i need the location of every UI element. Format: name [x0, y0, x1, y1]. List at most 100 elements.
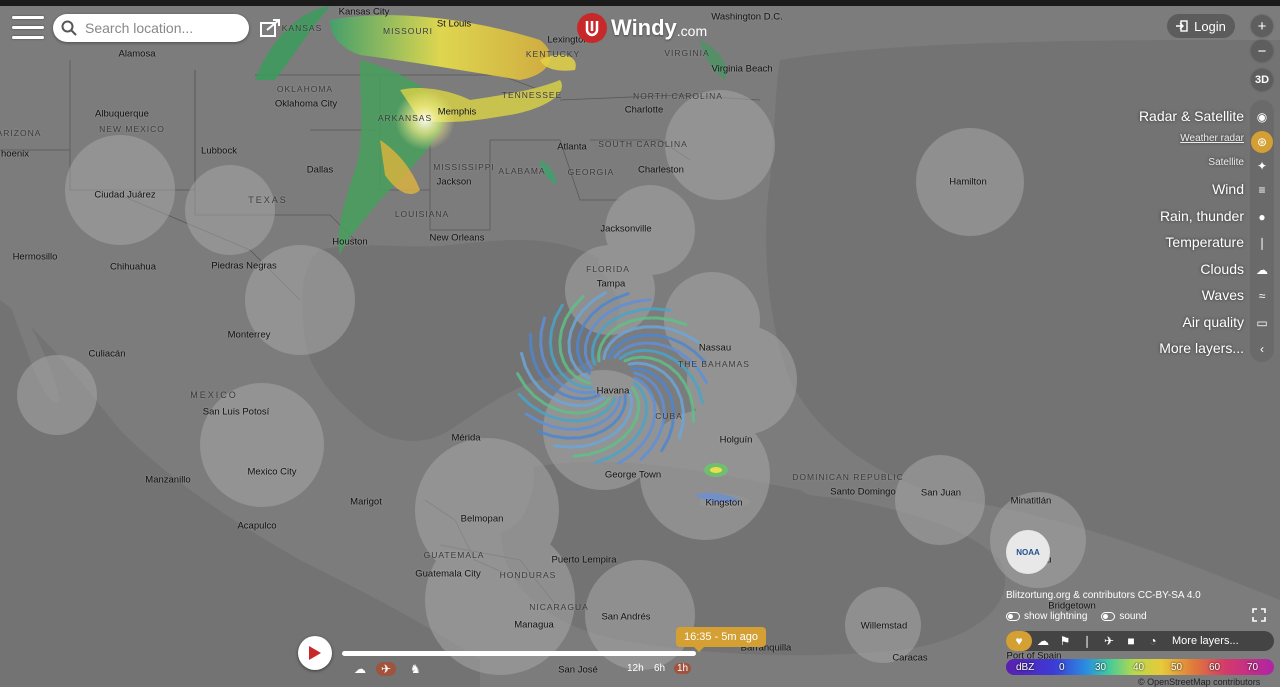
favorites-heart-icon[interactable]: ♥ — [1006, 631, 1032, 651]
animation-fast-deer-icon[interactable]: ♞ — [410, 662, 421, 676]
city-label[interactable]: Washington D.C. — [711, 12, 782, 23]
windy-logo[interactable]: Windy .com — [577, 13, 707, 43]
city-label[interactable]: Virginia Beach — [711, 64, 772, 75]
city-label[interactable]: Tampa — [597, 279, 626, 290]
map-canvas[interactable] — [0, 0, 1280, 687]
noaa-logo[interactable]: NOAA — [1006, 530, 1050, 574]
layer-item-radar-satellite[interactable]: Radar & Satellite — [1139, 108, 1244, 124]
city-label[interactable]: Ciudad Juárez — [94, 190, 155, 201]
city-label[interactable]: Atlanta — [557, 142, 587, 153]
city-label[interactable]: Holguín — [720, 435, 753, 446]
city-label[interactable]: Minatitlán — [1011, 496, 1052, 507]
city-label[interactable]: Caracas — [892, 653, 927, 664]
current-time-marker[interactable]: 16:35 - 5m ago — [676, 627, 766, 652]
city-label[interactable]: Memphis — [438, 107, 477, 118]
city-label[interactable]: Marigot — [350, 497, 382, 508]
radar-sweep-icon[interactable]: ◔ — [1142, 631, 1164, 651]
raindrop-icon[interactable]: ● — [1251, 206, 1273, 228]
city-label[interactable]: hoenix — [1, 149, 29, 160]
waves-icon[interactable]: ≈ — [1251, 285, 1273, 307]
city-label[interactable]: Piedras Negras — [211, 261, 276, 272]
zoom-out-button[interactable]: − — [1251, 40, 1273, 62]
city-label[interactable]: San Andrés — [601, 612, 650, 623]
city-label[interactable]: Charlotte — [625, 105, 664, 116]
city-label[interactable]: San Luis Potosí — [203, 407, 270, 418]
city-label[interactable]: Guatemala City — [415, 569, 480, 580]
wind-icon[interactable]: ≡ — [1251, 179, 1273, 201]
city-label[interactable]: George Town — [605, 470, 661, 481]
city-label[interactable]: New Orleans — [430, 233, 485, 244]
dbz-legend[interactable]: dBZ 0 30 40 50 60 70 — [1006, 659, 1274, 675]
air-quality-icon[interactable]: ▭ — [1251, 312, 1273, 334]
city-label[interactable]: San Juan — [921, 488, 961, 499]
city-label[interactable]: Acapulco — [237, 521, 276, 532]
city-label[interactable]: Mexico City — [247, 467, 296, 478]
city-label[interactable]: Willemstad — [861, 621, 907, 632]
airplane-icon[interactable]: ✈ — [1098, 631, 1120, 651]
city-label[interactable]: San José — [558, 665, 598, 676]
city-label[interactable]: Kansas City — [339, 7, 390, 18]
webcam-icon[interactable]: ■ — [1120, 631, 1142, 651]
city-label[interactable]: Bridgetown — [1048, 601, 1096, 612]
cloud-icon[interactable]: ☁ — [1251, 259, 1273, 281]
layer-item-more-layers[interactable]: More layers... — [1159, 340, 1244, 356]
city-label[interactable]: Santo Domingo — [830, 487, 895, 498]
city-label[interactable]: Albuquerque — [95, 109, 149, 120]
thermometer-icon[interactable]: ❘ — [1076, 631, 1098, 651]
layer-item-weather-radar[interactable]: Weather radar — [1180, 133, 1244, 144]
range-1h[interactable]: 1h — [674, 663, 692, 674]
layer-item-air-quality[interactable]: Air quality — [1183, 314, 1244, 330]
layer-item-rain-thunder[interactable]: Rain, thunder — [1160, 208, 1244, 224]
weather-cloud-sun-icon[interactable]: ☁ — [1032, 631, 1054, 651]
city-label[interactable]: Monterrey — [228, 330, 271, 341]
city-label[interactable]: Mérida — [451, 433, 480, 444]
share-icon[interactable] — [260, 18, 282, 38]
layer-item-temperature[interactable]: Temperature — [1165, 234, 1244, 250]
weather-radar-icon[interactable]: ⊛ — [1251, 131, 1273, 153]
thermometer-icon[interactable]: ❘ — [1251, 232, 1273, 254]
city-label[interactable]: Hermosillo — [13, 252, 58, 263]
city-label[interactable]: Belmopan — [461, 514, 504, 525]
city-label[interactable]: Houston — [332, 237, 367, 248]
city-label[interactable]: Lubbock — [201, 146, 237, 157]
layer-item-waves[interactable]: Waves — [1202, 287, 1244, 303]
city-label[interactable]: Chihuahua — [110, 262, 156, 273]
quick-more-layers[interactable]: More layers... — [1172, 635, 1239, 647]
layer-item-wind[interactable]: Wind — [1212, 181, 1244, 197]
flag-icon[interactable]: ⚑ — [1054, 631, 1076, 651]
timeline-track[interactable] — [342, 651, 696, 656]
city-label[interactable]: Culiacán — [89, 349, 126, 360]
chevron-left-icon[interactable]: ‹ — [1251, 338, 1273, 360]
city-label[interactable]: Havana — [597, 386, 630, 397]
city-label[interactable]: Oklahoma City — [275, 99, 337, 110]
city-label[interactable]: Nassau — [699, 343, 731, 354]
city-label[interactable]: Jackson — [437, 177, 472, 188]
lightning-toggle[interactable]: show lightning — [1006, 611, 1087, 622]
animation-medium-rabbit-icon[interactable]: ✈ — [376, 662, 397, 676]
city-label[interactable]: Puerto Lempira — [552, 555, 617, 566]
globe-icon[interactable]: ◉ — [1251, 106, 1273, 128]
search-box[interactable] — [53, 14, 249, 42]
city-label[interactable]: Charleston — [638, 165, 684, 176]
osm-attribution[interactable]: © OpenStreetMap contributors — [1138, 677, 1260, 687]
city-label[interactable]: Hamilton — [949, 177, 987, 188]
city-label[interactable]: Managua — [514, 620, 554, 631]
range-6h[interactable]: 6h — [654, 663, 665, 674]
map-view[interactable]: Kansas City St Louis Lexington Washington D… — [0, 0, 1280, 687]
satellite-icon[interactable]: ✦ — [1251, 155, 1273, 177]
city-label[interactable]: St Louis — [437, 19, 471, 30]
city-label[interactable]: Dallas — [307, 165, 333, 176]
play-button[interactable] — [298, 636, 332, 670]
city-label[interactable]: Manzanillo — [145, 475, 190, 486]
city-label[interactable]: Jacksonville — [600, 224, 651, 235]
city-label[interactable]: Alamosa — [119, 49, 156, 60]
search-input[interactable] — [83, 19, 247, 37]
layer-item-clouds[interactable]: Clouds — [1200, 261, 1244, 277]
fullscreen-icon[interactable] — [1252, 608, 1266, 622]
login-button[interactable]: Login — [1167, 14, 1235, 38]
layer-item-satellite[interactable]: Satellite — [1208, 157, 1244, 168]
menu-button[interactable] — [12, 16, 44, 42]
city-label[interactable]: Kingston — [706, 498, 743, 509]
animation-slow-turtle-icon[interactable]: ☁ — [354, 662, 366, 676]
range-12h[interactable]: 12h — [627, 663, 644, 674]
